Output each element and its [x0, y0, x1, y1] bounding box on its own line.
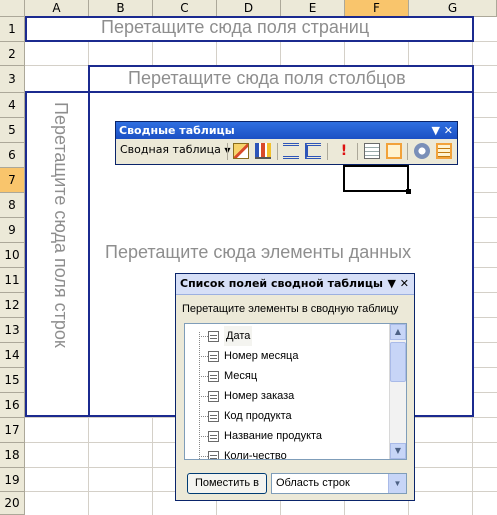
row-header-20[interactable]: 20 [0, 492, 25, 515]
area-select-value: Область строк [276, 477, 350, 489]
row-header-19[interactable]: 19 [0, 468, 25, 492]
row-header-15[interactable]: 15 [0, 368, 25, 393]
pivot-toolbar-titlebar[interactable]: Сводные таблицы ▼ ✕ [116, 122, 457, 139]
field-list-box[interactable]: Дата Номер месяца Месяц Номер заказа Код… [184, 323, 407, 460]
column-header-c[interactable]: C [153, 0, 217, 17]
column-fields-label: Перетащите сюда поля столбцов [128, 68, 406, 88]
row-header-8[interactable]: 8 [0, 193, 25, 218]
data-items-label: Перетащите сюда элементы данных [105, 242, 412, 262]
row-header-18[interactable]: 18 [0, 443, 25, 468]
row-header-4[interactable]: 4 [0, 93, 25, 118]
field-icon [208, 391, 219, 402]
pivot-table-menu[interactable]: Сводная таблица ▼ [120, 143, 231, 156]
toolbar-separator [227, 143, 228, 160]
row-header-1[interactable]: 1 [0, 17, 25, 42]
field-icon [208, 351, 219, 362]
column-header-f[interactable]: F [345, 0, 409, 17]
row-header-3[interactable]: 3 [0, 66, 25, 93]
field-icon [208, 431, 219, 442]
show-detail-icon[interactable] [305, 143, 321, 159]
row-header-6[interactable]: 6 [0, 143, 25, 168]
pane-options-icon[interactable]: ▼ [388, 274, 396, 294]
select-all-corner[interactable] [0, 0, 25, 17]
page-fields-label: Перетащите сюда поля страниц [101, 17, 370, 37]
column-fields-dropzone[interactable]: Перетащите сюда поля столбцов [88, 65, 474, 93]
active-cell-f7[interactable] [343, 165, 411, 194]
row-header-5[interactable]: 5 [0, 118, 25, 143]
add-to-button[interactable]: Поместить в [187, 473, 267, 494]
row-header-14[interactable]: 14 [0, 343, 25, 368]
field-icon [208, 411, 219, 422]
toolbar-separator [327, 143, 328, 160]
field-settings-icon[interactable] [364, 143, 380, 159]
pivot-field-list-pane[interactable]: Список полей сводной таблицы ▼ ✕ Перетащ… [175, 273, 415, 501]
field-list-scrollbar[interactable]: ▲ ▼ [389, 324, 406, 459]
row-fields-label: Перетащите сюда поля строк [51, 102, 71, 348]
column-header-g[interactable]: G [409, 0, 497, 17]
scroll-thumb[interactable] [390, 342, 406, 382]
format-report-icon[interactable] [233, 143, 249, 159]
chevron-down-icon[interactable]: ▼ [388, 474, 406, 493]
field-icon [208, 371, 219, 382]
field-list-titlebar[interactable]: Список полей сводной таблицы ▼ ✕ [176, 274, 414, 295]
close-icon[interactable]: ✕ [444, 122, 453, 139]
row-header-2[interactable]: 2 [0, 42, 25, 66]
hide-detail-icon[interactable] [283, 143, 299, 159]
row-header-11[interactable]: 11 [0, 268, 25, 293]
row-header-17[interactable]: 17 [0, 418, 25, 443]
always-display-items-icon[interactable] [436, 143, 452, 159]
toolbar-options-icon[interactable]: ▼ [432, 122, 440, 139]
pivot-toolbar-title: Сводные таблицы [119, 124, 235, 137]
row-header-9[interactable]: 9 [0, 218, 25, 243]
row-fields-dropzone[interactable]: Перетащите сюда поля строк [25, 91, 90, 417]
scroll-down-icon[interactable]: ▼ [390, 443, 406, 459]
column-header-e[interactable]: E [281, 0, 345, 17]
field-list-instruction: Перетащите элементы в сводную таблицу [182, 303, 399, 315]
hide-items-icon[interactable] [414, 143, 430, 159]
row-header-13[interactable]: 13 [0, 318, 25, 343]
show-field-list-icon[interactable] [386, 143, 402, 159]
column-header-a[interactable]: A [25, 0, 89, 17]
field-icon [208, 451, 219, 459]
area-select[interactable]: Область строк ▼ [271, 473, 407, 494]
row-header-16[interactable]: 16 [0, 393, 25, 418]
toolbar-separator [357, 143, 358, 160]
row-header-7[interactable]: 7 [0, 168, 25, 193]
page-fields-dropzone[interactable]: Перетащите сюда поля страниц [25, 16, 474, 42]
toolbar-separator [407, 143, 408, 160]
field-list-title: Список полей сводной таблицы [180, 277, 383, 290]
pivot-table-menu-label: Сводная таблица [120, 143, 221, 156]
column-header-b[interactable]: B [89, 0, 153, 17]
refresh-data-icon[interactable]: ! [336, 143, 352, 159]
close-icon[interactable]: ✕ [400, 274, 409, 294]
field-icon [208, 331, 219, 342]
row-header-12[interactable]: 12 [0, 293, 25, 318]
chart-wizard-icon[interactable] [255, 143, 271, 159]
pivot-toolbar[interactable]: Сводные таблицы ▼ ✕ Сводная таблица ▼ ! [115, 121, 458, 165]
toolbar-separator [277, 143, 278, 160]
row-header-10[interactable]: 10 [0, 243, 25, 268]
column-header-d[interactable]: D [217, 0, 281, 17]
scroll-up-icon[interactable]: ▲ [390, 324, 406, 340]
